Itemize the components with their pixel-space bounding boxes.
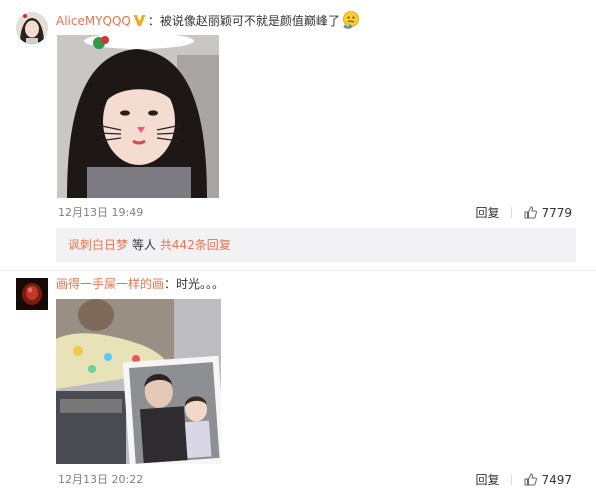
separator: ：	[147, 14, 160, 28]
user-avatar-image	[16, 278, 48, 310]
vip-badge-icon[interactable]	[133, 14, 146, 27]
then-and-now-image	[56, 299, 221, 464]
comment-header: AliceMYQQQ ：被说像赵丽颖可不就是颜值巅峰了	[56, 11, 360, 29]
like-button[interactable]: 7497	[524, 473, 572, 487]
like-count: 7779	[541, 206, 572, 220]
comment-actions: 回复 7497	[475, 473, 572, 487]
action-divider	[511, 474, 513, 485]
reply-button[interactable]: 回复	[475, 206, 499, 220]
comment-item: AliceMYQQQ ：被说像赵丽颖可不就是颜值巅峰了 12月13日 19:49	[0, 0, 596, 270]
action-divider	[511, 207, 513, 218]
avatar[interactable]	[16, 278, 48, 310]
reply-summary-text: 等人	[132, 238, 157, 252]
reply-summary-more-link[interactable]: 共442条回复	[160, 238, 231, 252]
avatar[interactable]	[16, 12, 48, 44]
comment-photo[interactable]	[57, 35, 219, 198]
comment-header: 画得一手屎一样的画：时光。。。	[56, 276, 224, 292]
like-count: 7497	[541, 473, 572, 487]
reply-button[interactable]: 回复	[475, 473, 499, 487]
reply-summary-user[interactable]: 讽刺白日梦	[68, 238, 128, 252]
user-avatar-image	[16, 12, 48, 44]
comment-photo[interactable]	[56, 299, 221, 464]
username-link[interactable]: AliceMYQQQ	[56, 14, 131, 28]
comment-actions: 回复 7779	[475, 206, 572, 220]
thinking-face-emoji	[342, 11, 360, 29]
comment-item: 画得一手屎一样的画：时光。。。 12月13日 20:22 回复 7497	[0, 270, 596, 497]
comment-text: 被说像赵丽颖可不就是颜值巅峰了	[159, 14, 340, 28]
separator: ：	[164, 277, 177, 291]
reply-summary[interactable]: 讽刺白日梦 等人 共442条回复	[56, 228, 576, 262]
selfie-image	[57, 35, 219, 198]
thumbs-up-icon	[524, 473, 538, 486]
comment-time: 12月13日 20:22	[58, 473, 144, 486]
thumbs-up-icon	[524, 206, 538, 219]
username-link[interactable]: 画得一手屎一样的画	[56, 277, 164, 291]
comment-text: 时光。。。	[176, 277, 225, 291]
comment-time: 12月13日 19:49	[58, 206, 144, 219]
like-button[interactable]: 7779	[524, 206, 572, 220]
